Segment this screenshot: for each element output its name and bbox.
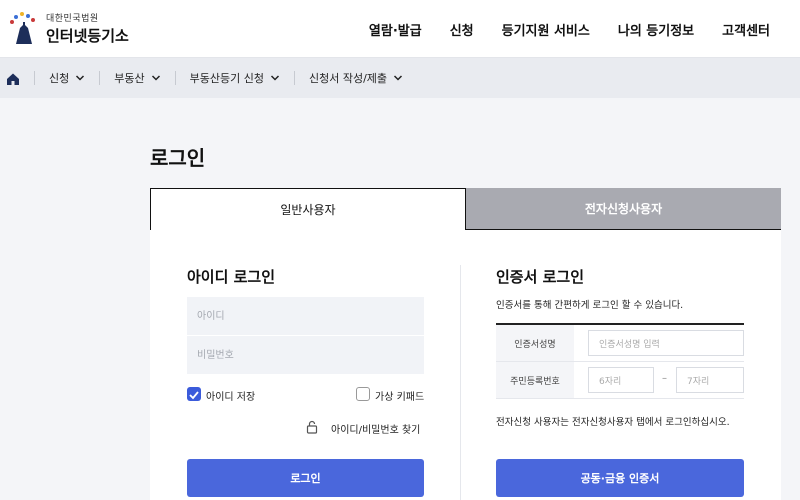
tab-electronic-user[interactable]: 전자신청사용자 (466, 188, 781, 230)
column-divider (460, 265, 461, 500)
top-header: 대한민국법원 인터넷등기소 열람·발급 신청 등기지원 서비스 나의 등기정보 … (0, 0, 800, 58)
login-button[interactable]: 로그인 (187, 459, 424, 497)
breadcrumb-label: 부동산등기 신청 (189, 72, 264, 85)
rrn-second-input[interactable]: 7자리 (676, 367, 744, 393)
virtual-keypad-label: 가상 키패드 (375, 392, 425, 403)
home-icon[interactable] (6, 71, 20, 85)
breadcrumb-item-registration[interactable]: 부동산등기 신청 (190, 70, 280, 86)
chevron-down-icon (76, 75, 85, 81)
breadcrumb-label: 신청서 작성/제출 (308, 72, 388, 85)
lock-icon (306, 420, 318, 434)
user-type-tabs: 일반사용자 전자신청사용자 (150, 188, 781, 230)
rrn-row: 주민등록번호 6자리 – 7자리 (496, 362, 744, 399)
page-title: 로그인 (150, 146, 206, 170)
chevron-down-icon (151, 75, 160, 81)
rrn-label: 주민등록번호 (496, 362, 574, 398)
cert-login-description: 인증서를 통해 간편하게 로그인 할 수 있습니다. (496, 300, 684, 311)
cert-login-button[interactable]: 공동·금융 인증서 (496, 459, 744, 497)
breadcrumb-label: 신청 (49, 72, 70, 85)
tab-general-user[interactable]: 일반사용자 (150, 188, 466, 230)
virtual-keypad-checkbox[interactable] (356, 387, 370, 401)
id-input[interactable] (187, 297, 424, 335)
cert-name-label: 인증서성명 (496, 325, 574, 361)
breadcrumb-divider (99, 71, 101, 85)
breadcrumb: 신청 부동산 부동산등기 신청 신청서 작성/제출 (0, 58, 800, 98)
password-input[interactable] (187, 336, 424, 374)
find-id-password-link[interactable]: 아이디/비밀번호 찾기 (331, 421, 420, 436)
breadcrumb-item-apply[interactable]: 신청 (49, 70, 85, 86)
breadcrumb-divider (174, 71, 176, 85)
breadcrumb-divider (34, 71, 35, 85)
cert-name-row: 인증서성명 인증서성명 입력 (496, 325, 744, 362)
logo-title: 인터넷등기소 (46, 26, 129, 45)
breadcrumb-divider (293, 71, 295, 85)
rrn-first-input[interactable]: 6자리 (588, 367, 654, 393)
nav-my-info[interactable]: 나의 등기정보 (618, 20, 694, 39)
breadcrumb-item-realestate[interactable]: 부동산 (114, 70, 160, 86)
save-id-checkbox[interactable] (187, 387, 201, 401)
chevron-down-icon (393, 75, 403, 81)
cert-notice: 전자신청 사용자는 전자신청사용자 탭에서 로그인하십시오. (496, 417, 730, 428)
chevron-down-icon (270, 75, 279, 81)
nav-customer-center[interactable]: 고객센터 (722, 20, 770, 39)
check-icon (189, 391, 199, 400)
rrn-dash: – (662, 373, 667, 384)
nav-support[interactable]: 등기지원 서비스 (502, 20, 590, 39)
breadcrumb-item-submit[interactable]: 신청서 작성/제출 (309, 70, 403, 86)
breadcrumb-label: 부동산 (114, 72, 145, 85)
nav-apply[interactable]: 신청 (450, 20, 474, 39)
logo-subtitle: 대한민국법원 (46, 13, 99, 24)
main-nav: 열람·발급 신청 등기지원 서비스 나의 등기정보 고객센터 (369, 20, 770, 39)
site-logo[interactable]: 대한민국법원 인터넷등기소 (6, 8, 129, 48)
cert-login-title: 인증서 로그인 (496, 268, 585, 286)
court-emblem-icon (6, 8, 42, 48)
id-login-title: 아이디 로그인 (187, 268, 276, 286)
cert-name-input[interactable]: 인증서성명 입력 (588, 330, 744, 356)
nav-view-issue[interactable]: 열람·발급 (369, 20, 422, 39)
save-id-label: 아이디 저장 (206, 392, 256, 403)
cert-form-table: 인증서성명 인증서성명 입력 주민등록번호 6자리 – 7자리 (496, 323, 744, 399)
